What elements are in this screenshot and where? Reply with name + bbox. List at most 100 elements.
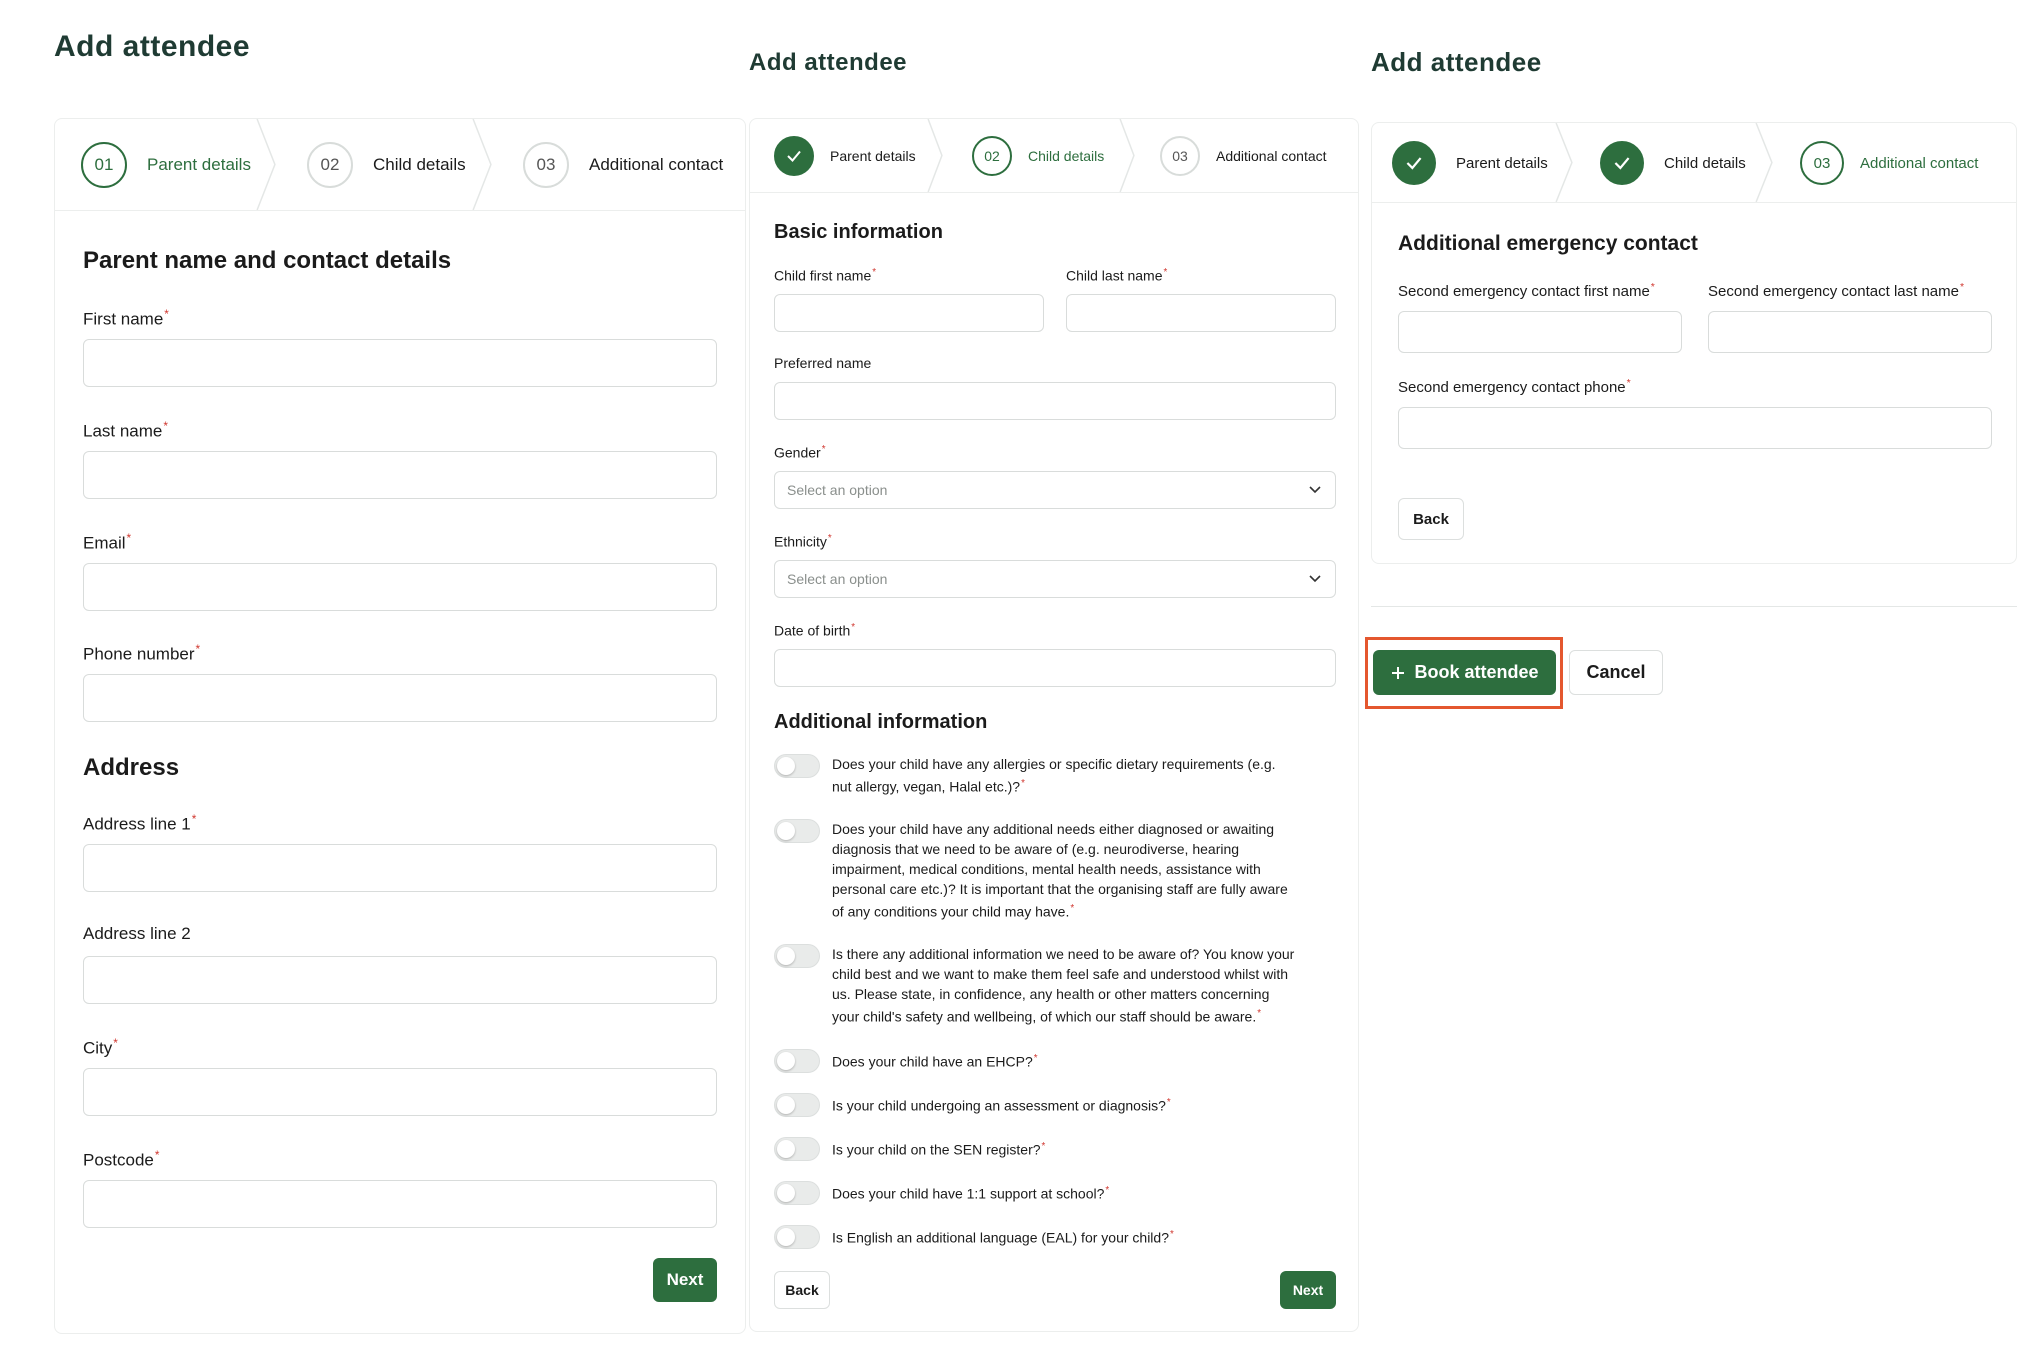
- section-title-address: Address: [83, 754, 180, 781]
- date-of-birth-label: Date of birth*: [774, 622, 856, 639]
- plus-icon: [1392, 666, 1405, 679]
- ethnicity-label: Ethnicity*: [774, 533, 832, 550]
- step-separator-icon: [256, 119, 276, 210]
- step-label: Child details: [1664, 154, 1746, 172]
- second-contact-phone-input[interactable]: [1398, 407, 1992, 449]
- step-child-details[interactable]: Child details: [1600, 123, 1746, 203]
- form-panel-additional-contact: Parent details Child details 03 Addition…: [1371, 122, 2017, 564]
- question-text: Does your child have any additional need…: [832, 821, 1288, 920]
- divider: [1371, 606, 2017, 607]
- address-line-1-input[interactable]: [83, 844, 717, 892]
- ethnicity-select[interactable]: Select an option: [774, 560, 1336, 598]
- question-one-to-one-support: Does your child have 1:1 support at scho…: [774, 1181, 1334, 1205]
- step-separator-icon: [1555, 123, 1573, 202]
- step-label: Additional contact: [1216, 148, 1327, 164]
- section-title-basic: Basic information: [774, 221, 943, 243]
- page-title: Add attendee: [54, 30, 251, 63]
- date-of-birth-input[interactable]: [774, 649, 1336, 687]
- step-child-details[interactable]: 02 Child details: [307, 119, 466, 211]
- ehcp-toggle[interactable]: [774, 1049, 820, 1073]
- book-attendee-label: Book attendee: [1414, 662, 1539, 682]
- postcode-input[interactable]: [83, 1180, 717, 1228]
- additional-needs-toggle[interactable]: [774, 819, 820, 843]
- step-parent-details[interactable]: Parent details: [1392, 123, 1548, 203]
- one-to-one-support-toggle[interactable]: [774, 1181, 820, 1205]
- child-first-name-input[interactable]: [774, 294, 1044, 332]
- child-first-name-label: Child first name*: [774, 267, 877, 284]
- step-parent-details[interactable]: 01 Parent details: [81, 119, 251, 211]
- step-parent-details[interactable]: Parent details: [774, 119, 916, 193]
- book-attendee-button[interactable]: Book attendee: [1373, 650, 1556, 695]
- step-separator-icon: [472, 119, 492, 210]
- step-child-details[interactable]: 02 Child details: [972, 119, 1104, 193]
- gender-select[interactable]: Select an option: [774, 471, 1336, 509]
- step-label: Child details: [1028, 148, 1105, 164]
- stepper: Parent details 02 Child details 03 Addit…: [750, 119, 1358, 193]
- step-label: Additional contact: [589, 155, 724, 174]
- city-label: City*: [83, 1036, 118, 1058]
- question-text: Does your child have any allergies or sp…: [832, 756, 1276, 795]
- question-text: Is there any additional information we n…: [832, 946, 1295, 1025]
- section-title-emergency: Additional emergency contact: [1398, 232, 1698, 255]
- sen-register-toggle[interactable]: [774, 1137, 820, 1161]
- question-text: Does your child have 1:1 support at scho…: [832, 1185, 1110, 1202]
- step-separator-icon: [927, 119, 943, 192]
- child-last-name-label: Child last name*: [1066, 267, 1168, 284]
- back-button[interactable]: Back: [774, 1271, 830, 1309]
- next-button[interactable]: Next: [653, 1258, 717, 1302]
- chevron-down-icon: [1309, 575, 1321, 583]
- page-title: Add attendee: [749, 49, 908, 76]
- question-allergies: Does your child have any allergies or sp…: [774, 754, 1334, 797]
- child-last-name-input[interactable]: [1066, 294, 1336, 332]
- second-contact-phone-label: Second emergency contact phone*: [1398, 377, 1631, 396]
- step-separator-icon: [1119, 119, 1135, 192]
- check-icon: [1600, 141, 1644, 185]
- form-panel-parent-details: 01 Parent details 02 Child details 03 Ad…: [54, 118, 746, 1334]
- eal-toggle[interactable]: [774, 1225, 820, 1249]
- address-line-2-input[interactable]: [83, 956, 717, 1004]
- second-contact-last-name-label: Second emergency contact last name*: [1708, 281, 1965, 300]
- address-line-2-label: Address line 2: [83, 924, 191, 943]
- step-number-icon: 03: [1800, 141, 1844, 185]
- address-line-1-label: Address line 1*: [83, 812, 197, 834]
- stepper: Parent details Child details 03 Addition…: [1372, 123, 2016, 203]
- preferred-name-input[interactable]: [774, 382, 1336, 420]
- assessment-toggle[interactable]: [774, 1093, 820, 1117]
- check-icon: [1392, 141, 1436, 185]
- question-additional-info: Is there any additional information we n…: [774, 944, 1334, 1027]
- question-eal: Is English an additional language (EAL) …: [774, 1225, 1334, 1249]
- section-title-contact: Parent name and contact details: [83, 247, 452, 274]
- email-input[interactable]: [83, 563, 717, 611]
- second-contact-first-name-input[interactable]: [1398, 311, 1682, 353]
- step-additional-contact[interactable]: 03 Additional contact: [523, 119, 723, 211]
- second-contact-first-name-label: Second emergency contact first name*: [1398, 281, 1655, 300]
- step-label: Parent details: [830, 148, 916, 164]
- ethnicity-select-value: Select an option: [787, 571, 888, 587]
- phone-label: Phone number*: [83, 642, 201, 664]
- step-label: Parent details: [1456, 154, 1548, 172]
- allergies-toggle[interactable]: [774, 754, 820, 778]
- next-button[interactable]: Next: [1280, 1271, 1336, 1309]
- check-icon: [774, 136, 814, 176]
- back-button[interactable]: Back: [1398, 498, 1464, 540]
- step-number-icon: 02: [307, 142, 353, 188]
- step-label: Additional contact: [1860, 154, 1979, 172]
- additional-info-toggle[interactable]: [774, 944, 820, 968]
- last-name-input[interactable]: [83, 451, 717, 499]
- phone-input[interactable]: [83, 674, 717, 722]
- step-additional-contact[interactable]: 03 Additional contact: [1800, 123, 1978, 203]
- page-title: Add attendee: [1371, 47, 1542, 77]
- city-input[interactable]: [83, 1068, 717, 1116]
- first-name-input[interactable]: [83, 339, 717, 387]
- stepper: 01 Parent details 02 Child details 03 Ad…: [55, 119, 745, 211]
- section-title-additional: Additional information: [774, 711, 988, 733]
- step-label: Parent details: [147, 155, 251, 174]
- second-contact-last-name-input[interactable]: [1708, 311, 1992, 353]
- step-additional-contact[interactable]: 03 Additional contact: [1160, 119, 1327, 193]
- question-text: Is your child undergoing an assessment o…: [832, 1097, 1171, 1114]
- chevron-down-icon: [1309, 486, 1321, 494]
- postcode-label: Postcode*: [83, 1148, 160, 1170]
- cancel-button[interactable]: Cancel: [1569, 650, 1663, 695]
- question-sen-register: Is your child on the SEN register?*: [774, 1137, 1334, 1161]
- preferred-name-label: Preferred name: [774, 355, 872, 371]
